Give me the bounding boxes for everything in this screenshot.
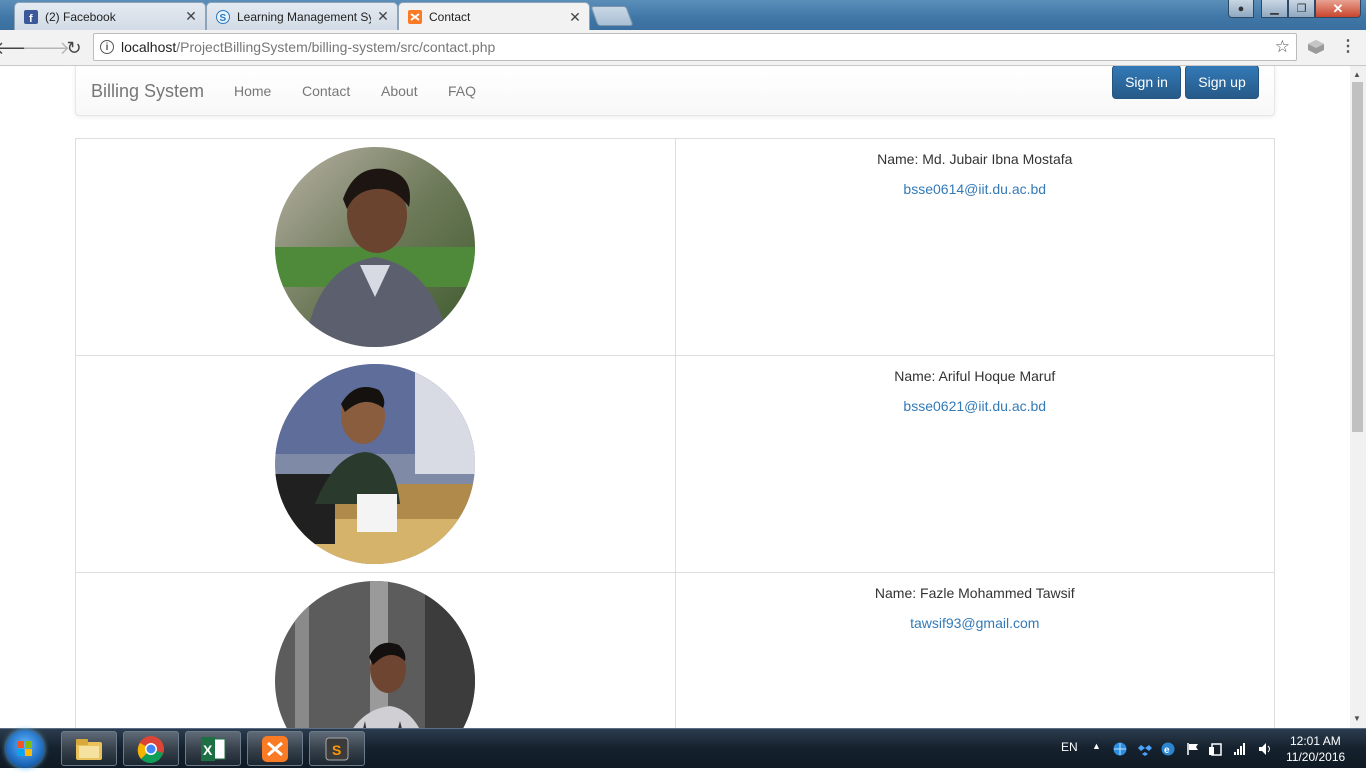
tab-title: Learning Management Sy — [237, 9, 371, 24]
device-icon[interactable] — [1209, 742, 1223, 756]
tab-contact[interactable]: Contact ✕ — [398, 2, 590, 31]
s-logo-icon: S — [215, 9, 231, 25]
contact-photo — [275, 364, 476, 564]
language-indicator[interactable]: EN — [1061, 740, 1078, 754]
forward-button[interactable]: 🡒 — [22, 36, 70, 60]
file-explorer-icon[interactable] — [61, 731, 117, 766]
chrome-menu-icon[interactable]: ⋮ — [1340, 38, 1356, 56]
info-cell: Name: Fazle Mohammed Tawsif tawsif93@gma… — [674, 572, 1275, 728]
show-hidden-icons-icon[interactable]: ▲ — [1092, 741, 1101, 751]
scroll-up-arrow-icon[interactable]: ▲ — [1353, 70, 1361, 79]
new-tab-button[interactable] — [590, 6, 634, 26]
windows-taskbar: X S EN ▲ e 12:01 AM 11/20/2016 — [0, 728, 1366, 768]
reload-button[interactable]: ↻ — [62, 36, 86, 60]
browser-tabstrip: f (2) Facebook ✕ S Learning Management S… — [0, 0, 1366, 31]
table-row: Name: Fazle Mohammed Tawsif tawsif93@gma… — [75, 572, 1275, 728]
contacts-table: Name: Md. Jubair Ibna Mostafa bsse0614@i… — [75, 138, 1275, 728]
contact-name: Name: Md. Jubair Ibna Mostafa — [877, 151, 1073, 167]
page-viewport: Billing System Home Contact About FAQ Si… — [0, 66, 1350, 728]
contact-email-link[interactable]: tawsif93@gmail.com — [676, 613, 1275, 633]
vertical-scrollbar[interactable]: ▲ ▼ — [1350, 66, 1366, 728]
volume-icon[interactable] — [1258, 742, 1272, 756]
svg-text:f: f — [29, 13, 33, 24]
url-host: localhost — [121, 39, 177, 55]
table-row: Name: Md. Jubair Ibna Mostafa bsse0614@i… — [75, 138, 1275, 356]
tab-facebook[interactable]: f (2) Facebook ✕ — [14, 2, 206, 30]
close-tab-icon[interactable]: ✕ — [185, 8, 197, 25]
signal-bars-icon[interactable] — [1233, 742, 1247, 756]
dropbox-icon[interactable] — [1138, 742, 1152, 756]
table-row: Name: Ariful Hoque Maruf bsse0621@iit.du… — [75, 355, 1275, 573]
scroll-down-arrow-icon[interactable]: ▼ — [1353, 714, 1361, 723]
navbar-brand[interactable]: Billing System — [91, 81, 204, 102]
site-navbar: Billing System Home Contact About FAQ Si… — [75, 66, 1275, 116]
nav-link-home[interactable]: Home — [234, 83, 271, 99]
sublime-text-icon[interactable]: S — [309, 731, 365, 766]
extension-icon[interactable] — [1307, 39, 1325, 55]
svg-text:S: S — [332, 742, 341, 758]
info-cell: Name: Md. Jubair Ibna Mostafa bsse0614@i… — [674, 138, 1275, 356]
minimize-button[interactable]: ▁ — [1261, 0, 1288, 18]
user-profile-icon[interactable]: ● — [1228, 0, 1254, 18]
edge-browser-icon[interactable]: e — [1161, 742, 1175, 756]
tab-title: Contact — [429, 10, 471, 24]
sign-in-button[interactable]: Sign in — [1112, 66, 1181, 99]
photo-cell — [75, 355, 676, 573]
bookmark-star-icon[interactable]: ☆ — [1275, 37, 1290, 57]
contact-name: Name: Ariful Hoque Maruf — [894, 368, 1056, 384]
contact-name: Name: Fazle Mohammed Tawsif — [874, 585, 1075, 601]
nav-link-about[interactable]: About — [381, 83, 418, 99]
contact-email-link[interactable]: bsse0614@iit.du.ac.bd — [676, 179, 1275, 199]
chrome-icon[interactable] — [123, 731, 179, 766]
contact-photo — [275, 147, 476, 347]
tab-learning-management[interactable]: S Learning Management Sy ✕ — [206, 2, 398, 30]
network-globe-icon[interactable] — [1113, 742, 1127, 756]
sign-up-button[interactable]: Sign up — [1185, 66, 1259, 99]
svg-text:e: e — [1164, 745, 1170, 756]
xampp-icon[interactable] — [247, 731, 303, 766]
svg-text:S: S — [220, 13, 227, 24]
browser-toolbar: 🡐 🡒 ↻ i localhost/ProjectBillingSystem/b… — [0, 30, 1366, 66]
site-info-icon[interactable]: i — [100, 40, 114, 54]
contact-email-link[interactable]: bsse0621@iit.du.ac.bd — [676, 396, 1275, 416]
address-bar[interactable]: i localhost/ProjectBillingSystem/billing… — [93, 33, 1297, 61]
tab-title: (2) Facebook — [45, 9, 116, 24]
start-button[interactable] — [6, 730, 44, 768]
action-center-flag-icon[interactable] — [1186, 742, 1200, 756]
scrollbar-thumb[interactable] — [1352, 82, 1363, 432]
close-window-button[interactable]: ✕ — [1315, 0, 1361, 18]
clock-date[interactable]: 11/20/2016 — [1286, 750, 1345, 764]
contact-photo — [275, 581, 476, 728]
close-tab-icon[interactable]: ✕ — [569, 9, 581, 26]
photo-cell — [75, 138, 676, 356]
maximize-button[interactable]: ❐ — [1288, 0, 1315, 18]
photo-cell — [75, 572, 676, 728]
facebook-icon: f — [23, 9, 39, 25]
nav-link-faq[interactable]: FAQ — [448, 83, 476, 99]
info-cell: Name: Ariful Hoque Maruf bsse0621@iit.du… — [674, 355, 1275, 573]
close-tab-icon[interactable]: ✕ — [377, 8, 389, 25]
clock-time[interactable]: 12:01 AM — [1290, 734, 1341, 748]
nav-link-contact[interactable]: Contact — [302, 83, 350, 99]
svg-text:X: X — [203, 742, 213, 758]
url-path: /ProjectBillingSystem/billing-system/src… — [176, 39, 496, 55]
excel-icon[interactable]: X — [185, 731, 241, 766]
xampp-icon — [407, 9, 423, 25]
